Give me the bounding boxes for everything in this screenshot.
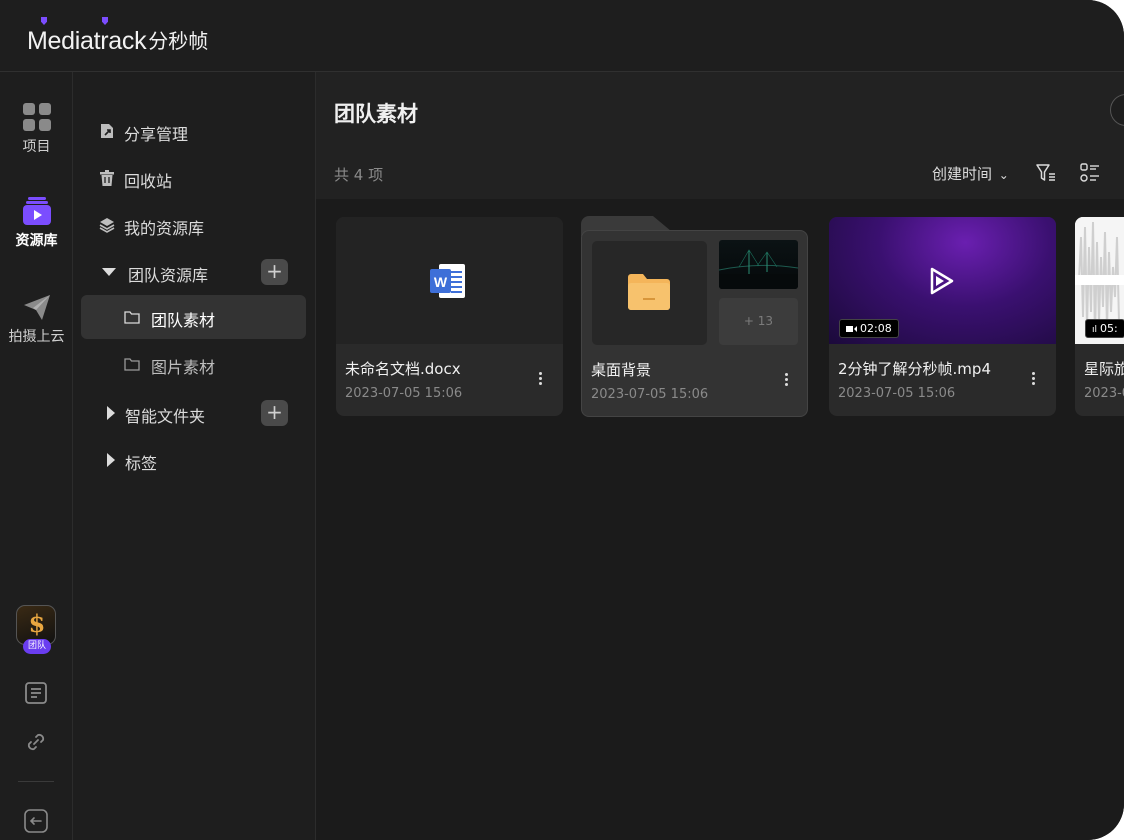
caret-right-icon[interactable] bbox=[103, 405, 119, 421]
sidebar-item-team-assets[interactable]: 团队素材 bbox=[81, 295, 306, 339]
rail-label: 资源库 bbox=[15, 233, 58, 249]
asset-name: 2分钟了解分秒帧.mp4 bbox=[838, 360, 991, 378]
mediatrack-logo-icon bbox=[930, 267, 954, 295]
audio-duration-badge: ıl 05: bbox=[1085, 319, 1124, 338]
sidebar-item-trash[interactable]: 回收站 bbox=[81, 156, 306, 200]
chevron-down-icon: ⌄ bbox=[998, 168, 1009, 182]
folder-more-count: + 13 bbox=[719, 298, 798, 345]
asset-date: 2023-07-05 15:06 bbox=[838, 386, 956, 401]
asset-card-audio[interactable]: ıl05: 星际旅 2023-0 bbox=[1075, 217, 1124, 416]
asset-thumbnail: W bbox=[336, 217, 563, 344]
add-smart-folder-button[interactable]: + bbox=[261, 400, 288, 426]
top-bar: Mediatrack 分秒帧 bbox=[0, 0, 1124, 72]
sidebar-item-label: 团队素材 bbox=[151, 311, 216, 330]
brand-name-cn: 分秒帧 bbox=[148, 29, 209, 53]
rail-divider bbox=[18, 781, 54, 782]
sidebar-item-share-manage[interactable]: 分享管理 bbox=[81, 109, 306, 153]
night-bridge-image bbox=[719, 249, 798, 289]
avatar-symbol: $ bbox=[28, 609, 46, 638]
folder-yellow-icon bbox=[628, 274, 670, 310]
asset-card-video[interactable]: 02:08 2分钟了解分秒帧.mp4 2023-07-05 15:06 bbox=[829, 217, 1056, 416]
library-play-icon bbox=[22, 196, 52, 226]
team-badge: 团队 bbox=[23, 639, 51, 654]
more-options-icon[interactable] bbox=[783, 373, 789, 389]
view-mode-icon[interactable] bbox=[1080, 163, 1100, 183]
video-camera-icon bbox=[846, 326, 853, 332]
sidebar-item-my-library[interactable]: 我的资源库 bbox=[81, 203, 306, 247]
sidebar-item-smart-folders[interactable]: 智能文件夹 + bbox=[81, 391, 306, 435]
more-options-icon[interactable] bbox=[537, 372, 543, 388]
asset-name: 桌面背景 bbox=[591, 361, 652, 379]
caret-right-icon[interactable] bbox=[103, 452, 119, 468]
projects-grid-icon bbox=[22, 102, 52, 132]
sort-label: 创建时间 bbox=[932, 165, 993, 183]
asset-name: 未命名文档.docx bbox=[345, 360, 461, 378]
asset-thumbnail: ıl 05: bbox=[1075, 217, 1124, 344]
more-options-icon[interactable] bbox=[1030, 372, 1036, 388]
content-header: 团队素材 共 4 项 创建时间 ⌄ bbox=[316, 72, 1124, 199]
cloud-upload-plane-icon bbox=[22, 292, 52, 322]
asset-card-document[interactable]: W 未命名文档.docx 2023-07-05 15:06 bbox=[336, 217, 563, 416]
add-team-library-button[interactable]: + bbox=[261, 259, 288, 285]
rail-item-library[interactable]: 资源库 bbox=[0, 196, 73, 250]
brand-name: Mediatrack bbox=[27, 27, 147, 55]
video-duration-badge: 02:08 bbox=[839, 319, 899, 338]
app-logo[interactable]: Mediatrack 分秒帧 bbox=[27, 17, 209, 56]
asset-date: 2023-07-05 15:06 bbox=[345, 386, 463, 401]
sidebar-item-team-library[interactable]: 团队资源库 + bbox=[81, 250, 306, 294]
asset-date: 2023-0 bbox=[1084, 386, 1124, 401]
sidebar-item-image-assets[interactable]: 图片素材 bbox=[81, 342, 306, 386]
filter-icon[interactable] bbox=[1036, 164, 1056, 182]
duration-text: 05: bbox=[1100, 322, 1118, 335]
sidebar-item-label: 智能文件夹 bbox=[125, 407, 206, 426]
sidebar-item-label: 图片素材 bbox=[151, 358, 216, 377]
duration-text: 02:08 bbox=[860, 322, 892, 335]
logo-dot-icon bbox=[102, 17, 108, 25]
share-manage-icon bbox=[99, 123, 115, 139]
sidebar-item-tags[interactable]: 标签 bbox=[81, 438, 306, 482]
library-sidebar: 分享管理 回收站 我的资源库 团队资源库 + 团队素材 图片素材 智能文件夹 +… bbox=[73, 72, 316, 840]
sidebar-item-label: 团队资源库 bbox=[128, 266, 209, 285]
sort-dropdown[interactable]: 创建时间 ⌄ bbox=[932, 163, 1009, 184]
rail-label: 项目 bbox=[22, 139, 51, 155]
logo-dot-icon bbox=[41, 17, 47, 25]
rail-label: 拍摄上云 bbox=[8, 329, 65, 345]
nav-rail: 项目 资源库 拍摄上云 $ 团队 bbox=[0, 72, 73, 840]
video-camera-lens-icon bbox=[854, 326, 857, 332]
page-title: 团队素材 bbox=[334, 102, 418, 126]
sidebar-item-label: 分享管理 bbox=[124, 125, 189, 144]
folder-main-preview bbox=[592, 241, 707, 345]
asset-name: 星际旅 bbox=[1084, 360, 1124, 378]
trash-icon bbox=[99, 170, 115, 186]
collapse-rail-icon[interactable] bbox=[23, 808, 49, 834]
sidebar-item-label: 我的资源库 bbox=[124, 219, 205, 238]
asset-date: 2023-07-05 15:06 bbox=[591, 387, 709, 402]
team-avatar[interactable]: $ 团队 bbox=[16, 605, 56, 654]
folder-preview-image bbox=[719, 240, 798, 289]
asset-card-folder[interactable]: + 13 桌面背景 2023-07-05 15:06 bbox=[581, 230, 808, 417]
rail-item-projects[interactable]: 项目 bbox=[0, 102, 73, 156]
app-window: Mediatrack 分秒帧 项目 资源库 拍摄上云 $ 团队 分享管理 回收站… bbox=[0, 0, 1124, 840]
caret-down-icon[interactable] bbox=[101, 264, 117, 280]
link-icon[interactable] bbox=[23, 729, 49, 755]
sidebar-item-label: 回收站 bbox=[124, 172, 173, 191]
word-doc-icon: W bbox=[430, 264, 465, 298]
item-count: 共 4 项 bbox=[334, 166, 384, 184]
asset-thumbnail: 02:08 bbox=[829, 217, 1056, 344]
folder-outline-icon bbox=[124, 356, 140, 372]
rail-item-cloud-capture[interactable]: 拍摄上云 bbox=[0, 292, 73, 346]
task-list-icon[interactable] bbox=[23, 680, 49, 706]
layers-icon bbox=[99, 217, 115, 233]
svg-text:W: W bbox=[434, 274, 448, 290]
search-button[interactable] bbox=[1110, 94, 1124, 126]
audio-bars-icon: ıl bbox=[1092, 325, 1098, 335]
main-content: 团队素材 共 4 项 创建时间 ⌄ W 未命名文档.docx 2023-07-0… bbox=[316, 72, 1124, 840]
folder-outline-icon bbox=[124, 309, 140, 325]
sidebar-item-label: 标签 bbox=[125, 454, 158, 473]
